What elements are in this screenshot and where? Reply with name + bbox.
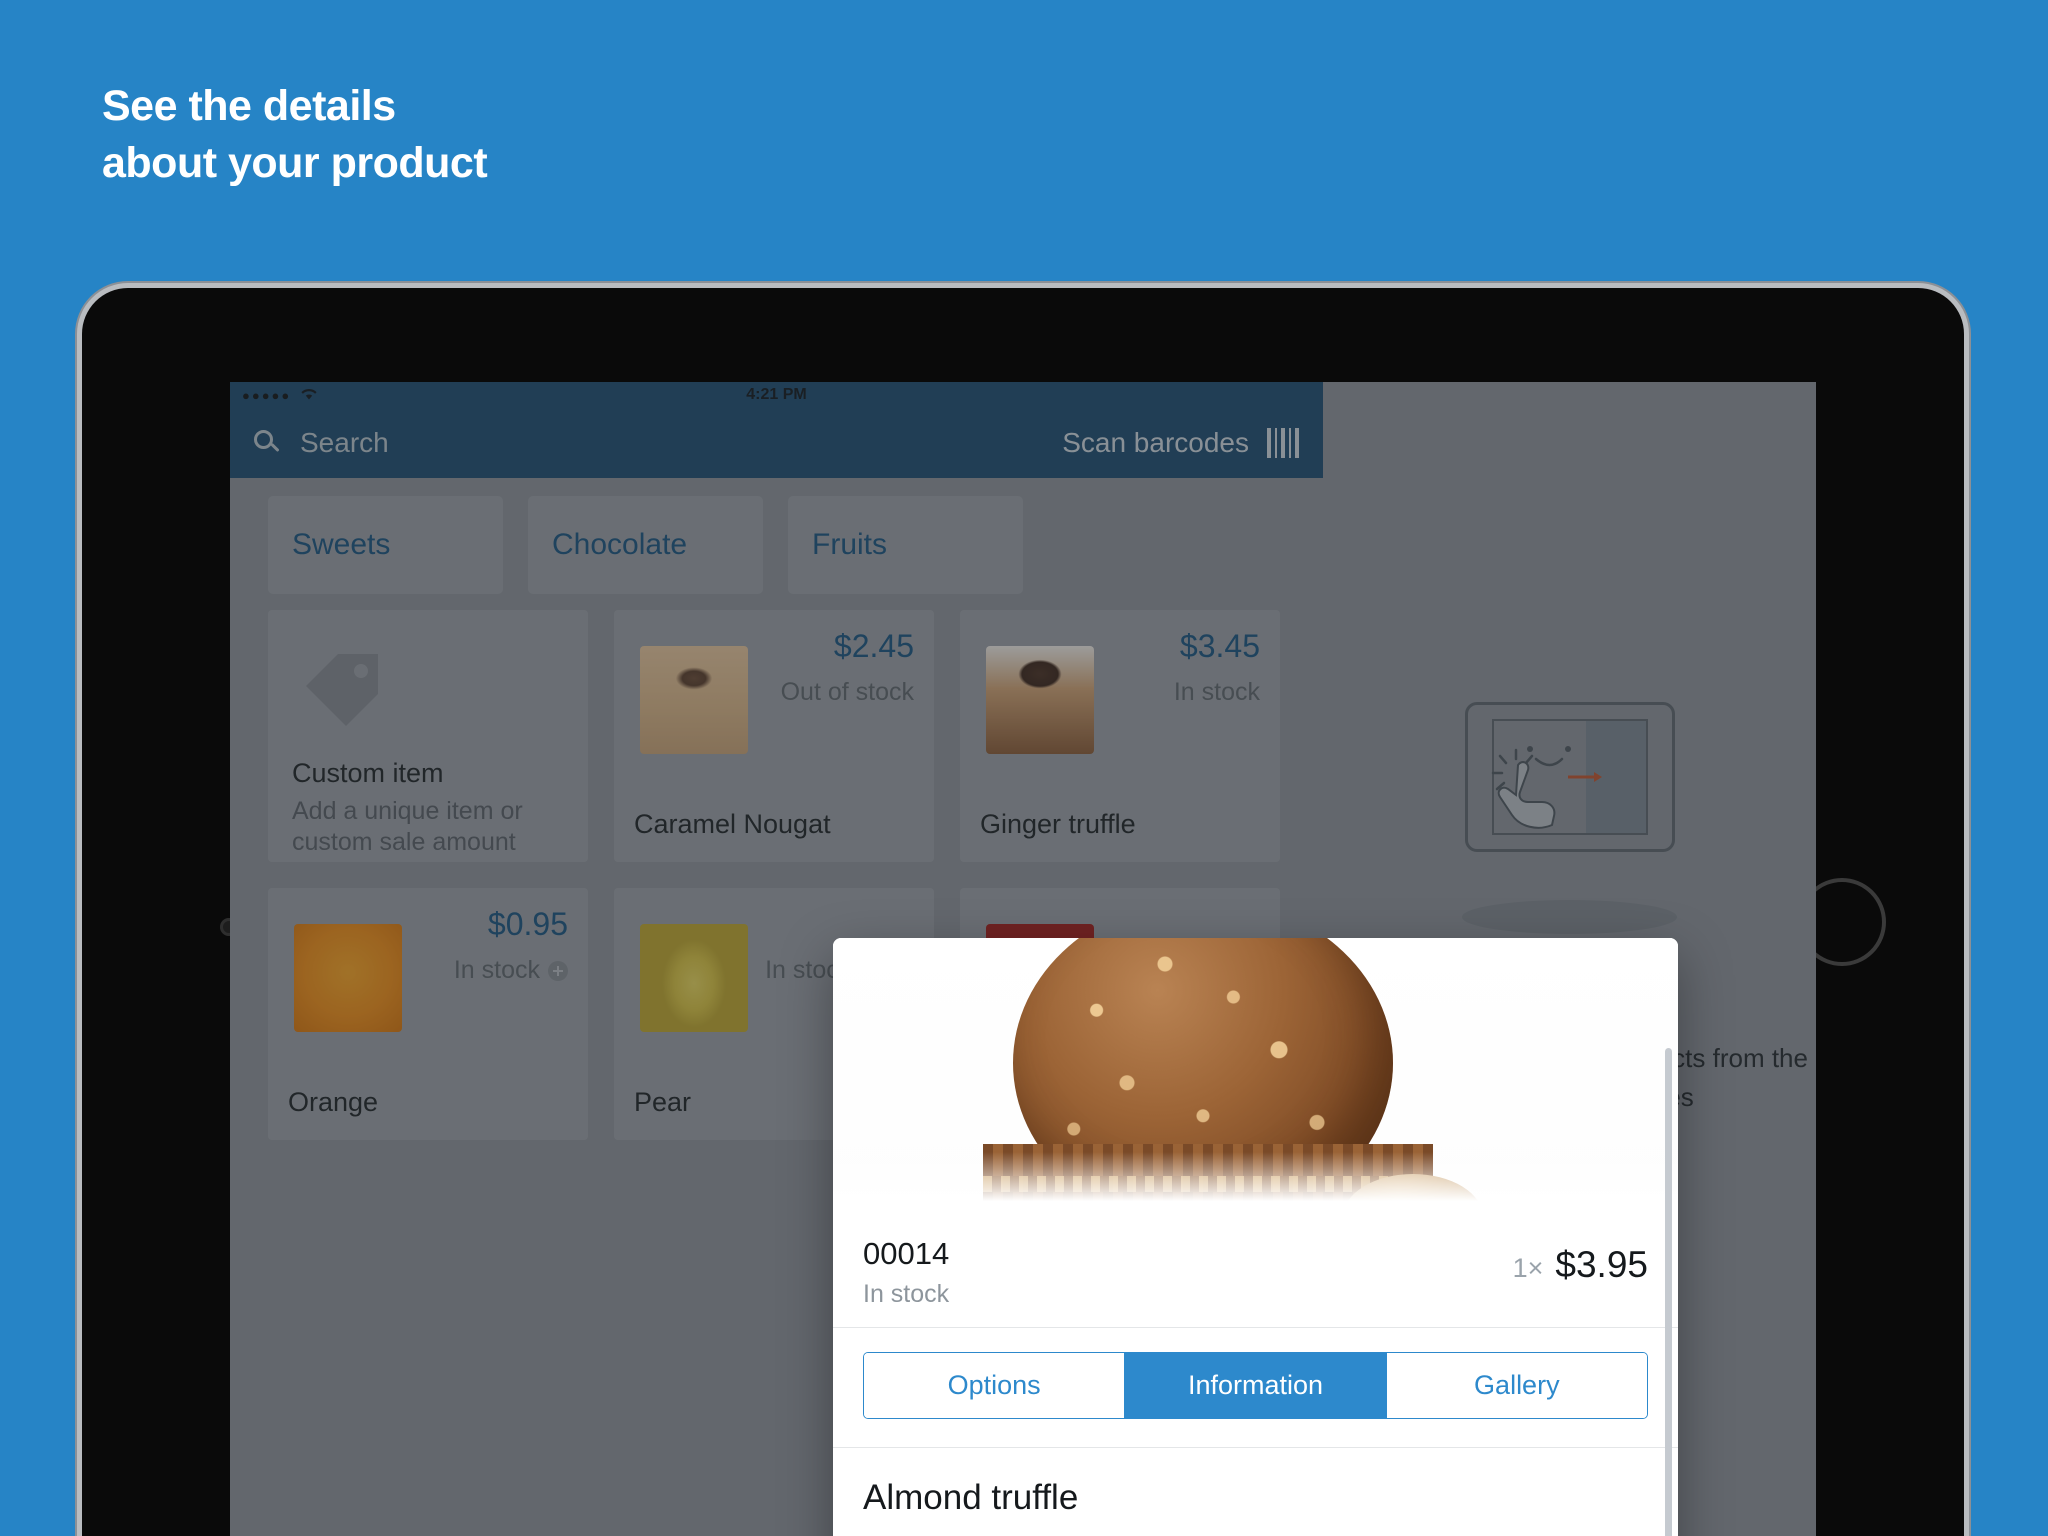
price-block: 1× $3.95 — [1513, 1236, 1648, 1286]
app-screen: ●●●●● 4:21 PM Search Scan barcodes Sweet… — [230, 382, 1816, 1536]
product-sku: 00014 — [863, 1236, 950, 1271]
page-title: See the details about your product — [102, 82, 488, 187]
tab-information[interactable]: Information — [1125, 1353, 1387, 1418]
hero-fade-overlay — [833, 1152, 1678, 1212]
product-hero-image — [833, 938, 1678, 1212]
product-stock-status: In stock — [863, 1280, 950, 1308]
quantity-value: 1× — [1512, 1253, 1544, 1283]
product-id-row: 00014 In stock 1× $3.95 — [833, 1212, 1678, 1328]
price-value: $3.95 — [1555, 1244, 1648, 1285]
detail-tab-bar: Options Information Gallery — [863, 1352, 1648, 1419]
tablet-device-frame: ●●●●● 4:21 PM Search Scan barcodes Sweet… — [82, 288, 1964, 1536]
modal-scrollbar[interactable] — [1665, 1048, 1672, 1536]
modal-product-name: Almond truffle — [863, 1478, 1079, 1517]
tab-gallery[interactable]: Gallery — [1386, 1353, 1647, 1418]
product-detail-dialog: 00014 In stock 1× $3.95 Options Informat… — [833, 938, 1678, 1536]
tab-options[interactable]: Options — [864, 1353, 1126, 1418]
information-panel: Almond truffle Chocolate Creamy and sinf… — [833, 1448, 1678, 1536]
